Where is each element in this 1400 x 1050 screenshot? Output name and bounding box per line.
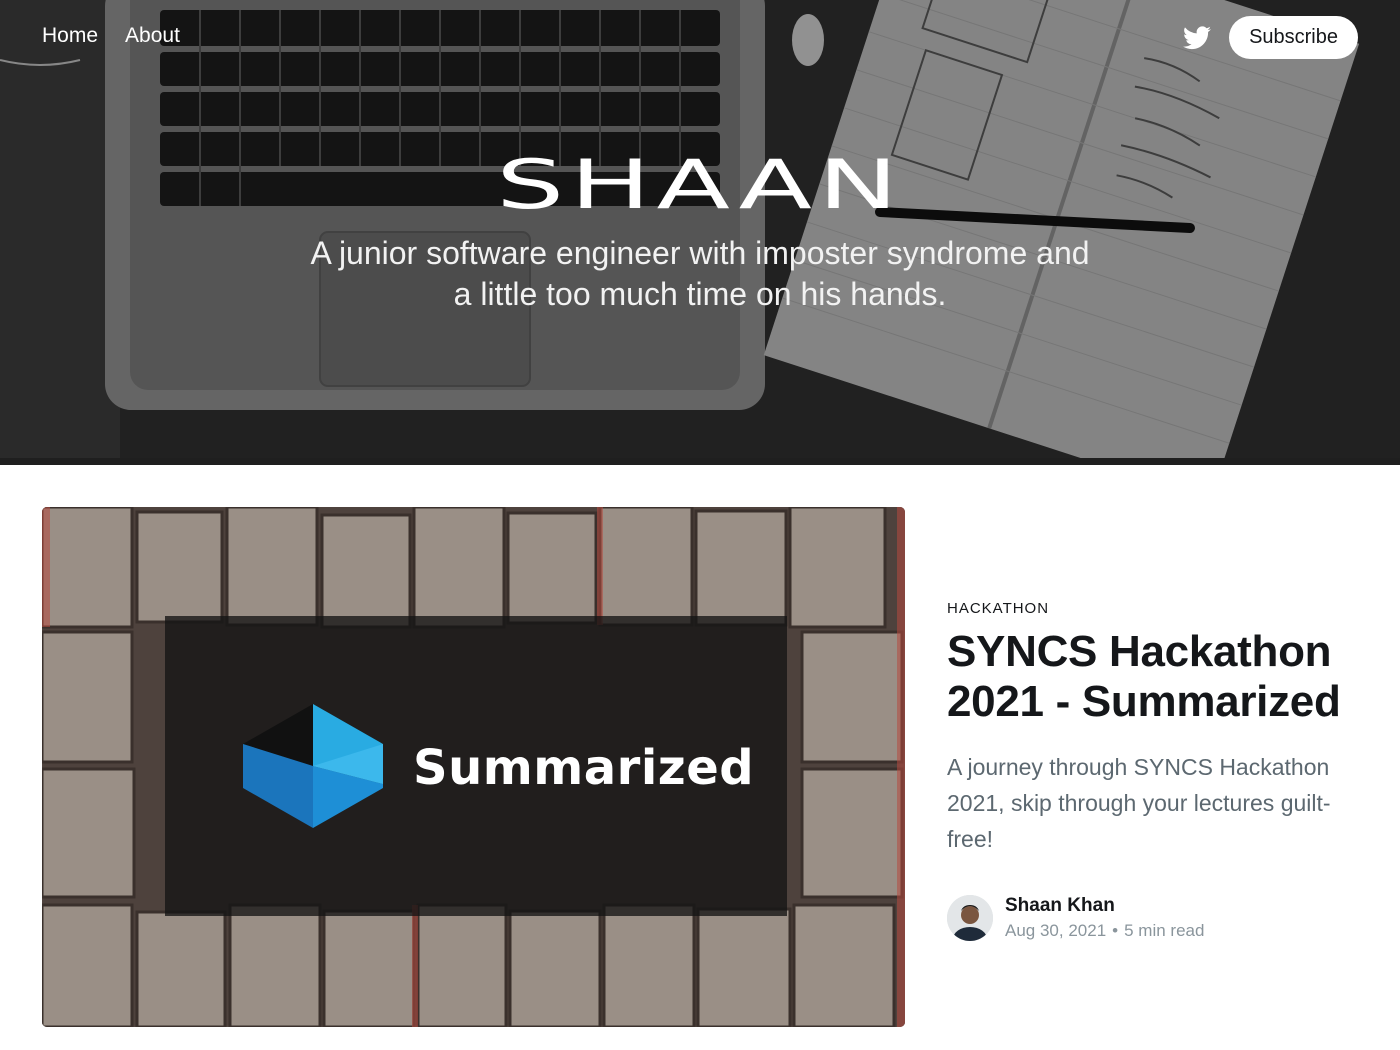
post-tag[interactable]: HACKATHON xyxy=(947,600,1357,617)
author-avatar[interactable] xyxy=(947,895,993,941)
image-caption-summarized: Summarized xyxy=(413,740,755,796)
summarized-banner: Summarized xyxy=(165,616,787,916)
post-excerpt[interactable]: A journey through SYNCS Hackathon 2021, … xyxy=(947,749,1357,857)
avatar-image xyxy=(947,895,993,941)
site-header: Home About Subscribe SHAAN A junior soft… xyxy=(0,0,1400,465)
site-description: A junior software engineer with imposter… xyxy=(310,235,1090,312)
twitter-icon[interactable] xyxy=(1183,25,1212,50)
nav-link-home[interactable]: Home xyxy=(42,24,98,48)
post-feature-image[interactable]: Summarized xyxy=(42,507,905,1027)
subscribe-button[interactable]: Subscribe xyxy=(1229,16,1358,59)
main-nav: Home About xyxy=(42,24,180,48)
post-date: Aug 30, 2021 xyxy=(1005,921,1107,940)
post-content: HACKATHON SYNCS Hackathon 2021 - Summari… xyxy=(947,600,1357,941)
author-info: Shaan Khan Aug 30, 2021 • 5 min read xyxy=(1005,895,1204,941)
post-author-meta: Shaan Khan Aug 30, 2021 • 5 min read xyxy=(947,895,1357,941)
author-name[interactable]: Shaan Khan xyxy=(1005,895,1204,917)
hero-divider xyxy=(0,458,1400,465)
reading-time: 5 min read xyxy=(1124,921,1205,940)
nav-link-about[interactable]: About xyxy=(125,24,180,48)
site-title[interactable]: SHAAN xyxy=(0,151,1400,219)
header-actions: Subscribe xyxy=(1183,16,1358,59)
cube-logo-icon xyxy=(243,704,383,828)
post-date-line: Aug 30, 2021 • 5 min read xyxy=(1005,921,1204,941)
meta-separator: • xyxy=(1112,921,1119,940)
post-title[interactable]: SYNCS Hackathon 2021 - Summarized xyxy=(947,627,1357,727)
